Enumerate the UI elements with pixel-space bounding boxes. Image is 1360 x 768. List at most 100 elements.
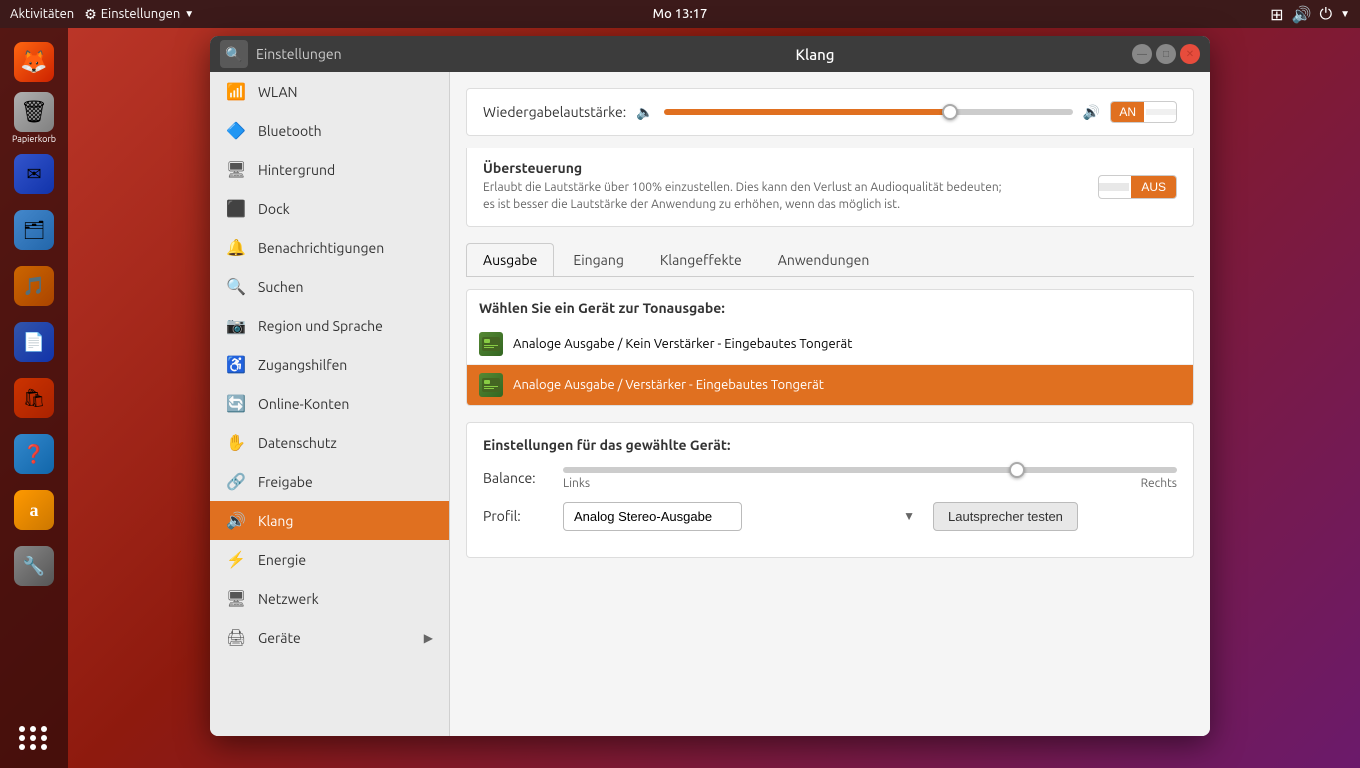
suchen-icon: 🔍	[226, 277, 246, 296]
help-icon: ❓	[14, 434, 54, 474]
sidebar-item-netzwerk[interactable]: 🖥 Netzwerk	[210, 579, 449, 618]
sidebar-item-dock[interactable]: ⬛ Dock	[210, 189, 449, 228]
top-bar: Aktivitäten ⚙ Einstellungen ▼ Mo 13:17 ⊞…	[0, 0, 1360, 28]
sidebar-item-benachrichtigungen[interactable]: 🔔 Benachrichtigungen	[210, 228, 449, 267]
settings-window: 🔍 Einstellungen Klang — □ ✕ 📶 WLAN 🔷 Blu…	[210, 36, 1210, 736]
wlan-icon: 📶	[226, 82, 246, 101]
dock-item-appstore[interactable]: 🛍	[8, 372, 60, 424]
sidebar-label-klang: Klang	[258, 513, 293, 529]
trash-icon: 🗑	[14, 92, 54, 132]
thunderbird-icon: ✉	[14, 154, 54, 194]
sidebar-item-wlan[interactable]: 📶 WLAN	[210, 72, 449, 111]
rhythmbox-icon: 🎵	[14, 266, 54, 306]
profil-label: Profil:	[483, 508, 563, 524]
settings-icon: ⚙	[84, 6, 97, 23]
tab-eingang[interactable]: Eingang	[556, 243, 641, 276]
profil-select[interactable]: Analog Stereo-Ausgabe	[563, 502, 742, 531]
sidebar-label-zugangshilfen: Zugangshilfen	[258, 357, 347, 373]
volume-slider-container[interactable]	[664, 102, 1073, 122]
sidebar-item-bluetooth[interactable]: 🔷 Bluetooth	[210, 111, 449, 150]
benachrichtigungen-icon: 🔔	[226, 238, 246, 257]
firefox-icon: 🦊	[14, 42, 54, 82]
sidebar-item-klang[interactable]: 🔊 Klang	[210, 501, 449, 540]
titlebar-search-button[interactable]: 🔍	[220, 40, 248, 68]
freigabe-icon: 🔗	[226, 472, 246, 491]
sidebar-item-energie[interactable]: ⚡ Energie	[210, 540, 449, 579]
device-icon-2	[479, 373, 503, 397]
sidebar-label-wlan: WLAN	[258, 84, 298, 100]
device-name-2: Analoge Ausgabe / Verstärker - Eingebaut…	[513, 378, 824, 392]
dock-item-files[interactable]: 🗂	[8, 204, 60, 256]
top-bar-time: Mo 13:17	[653, 7, 708, 21]
network-icon[interactable]: ⊞	[1270, 5, 1283, 24]
dock: 🦊 🗑 Papierkorb ✉ 🗂 🎵 📄 🛍 ❓ a 🔧	[0, 28, 68, 768]
window-titlebar: 🔍 Einstellungen Klang — □ ✕	[210, 36, 1210, 72]
oversteering-toggle: AUS	[1098, 175, 1177, 199]
bluetooth-icon: 🔷	[226, 121, 246, 140]
device-section: Wählen Sie ein Gerät zur Tonausgabe: Ana…	[466, 289, 1194, 406]
close-button[interactable]: ✕	[1180, 44, 1200, 64]
tab-ausgabe[interactable]: Ausgabe	[466, 243, 554, 276]
window-body: 📶 WLAN 🔷 Bluetooth 🖥 Hintergrund ⬛ Dock …	[210, 72, 1210, 736]
test-speaker-button[interactable]: Lautsprecher testen	[933, 502, 1078, 531]
balance-container[interactable]: Links Rechts	[563, 467, 1177, 490]
profil-select-arrow-icon: ▼	[903, 509, 915, 523]
balance-label: Balance:	[483, 470, 563, 486]
datenschutz-icon: ✋	[226, 433, 246, 452]
sidebar-item-datenschutz[interactable]: ✋ Datenschutz	[210, 423, 449, 462]
top-bar-left: Aktivitäten ⚙ Einstellungen ▼	[10, 6, 194, 23]
aktivitaten-button[interactable]: Aktivitäten	[10, 7, 74, 21]
device-item-1[interactable]: Analoge Ausgabe / Kein Verstärker - Eing…	[467, 324, 1193, 364]
dock-icon: ⬛	[226, 199, 246, 218]
dock-item-settings-tool[interactable]: 🔧	[8, 540, 60, 592]
oversteering-on-button[interactable]	[1099, 183, 1129, 191]
volume-icon[interactable]: 🔊	[1292, 5, 1312, 24]
sidebar-item-suchen[interactable]: 🔍 Suchen	[210, 267, 449, 306]
minimize-button[interactable]: —	[1132, 44, 1152, 64]
sidebar-item-online-konten[interactable]: 🔄 Online-Konten	[210, 384, 449, 423]
dock-item-amazon[interactable]: a	[8, 484, 60, 536]
device-item-2[interactable]: Analoge Ausgabe / Verstärker - Eingebaut…	[467, 364, 1193, 405]
dock-item-thunderbird[interactable]: ✉	[8, 148, 60, 200]
titlebar-app-name: Einstellungen	[256, 46, 342, 62]
titlebar-left: 🔍 Einstellungen	[220, 40, 342, 68]
appstore-icon: 🛍	[14, 378, 54, 418]
maximize-button[interactable]: □	[1156, 44, 1176, 64]
volume-slider-thumb[interactable]	[942, 104, 958, 120]
dock-item-trash[interactable]: 🗑 Papierkorb	[8, 92, 60, 144]
dock-item-rhythmbox[interactable]: 🎵	[8, 260, 60, 312]
dock-item-libreoffice[interactable]: 📄	[8, 316, 60, 368]
dock-item-firefox[interactable]: 🦊	[8, 36, 60, 88]
geraete-expand-icon: ▶	[424, 631, 433, 645]
tab-anwendungen[interactable]: Anwendungen	[761, 243, 887, 276]
sidebar-item-hintergrund[interactable]: 🖥 Hintergrund	[210, 150, 449, 189]
sidebar-label-online-konten: Online-Konten	[258, 396, 349, 412]
sidebar-item-zugangshilfen[interactable]: ♿ Zugangshilfen	[210, 345, 449, 384]
device-section-title: Wählen Sie ein Gerät zur Tonausgabe:	[467, 290, 1193, 324]
window-title: Klang	[795, 46, 834, 63]
volume-row: Wiedergabelautstärke: 🔈 🔊 AN	[483, 101, 1177, 123]
dock-item-help[interactable]: ❓	[8, 428, 60, 480]
energie-icon: ⚡	[226, 550, 246, 569]
sidebar-item-freigabe[interactable]: 🔗 Freigabe	[210, 462, 449, 501]
volume-high-icon: 🔊	[1083, 104, 1100, 121]
power-icon[interactable]: ⏻	[1319, 5, 1332, 24]
balance-thumb[interactable]	[1009, 462, 1025, 478]
tabs-container: Ausgabe Eingang Klangeffekte Anwendungen	[466, 243, 1194, 277]
tab-klangeffekte[interactable]: Klangeffekte	[643, 243, 759, 276]
oversteering-off-button[interactable]: AUS	[1131, 176, 1176, 198]
settings-menu[interactable]: ⚙ Einstellungen ▼	[84, 6, 194, 23]
power-chevron-icon[interactable]: ▼	[1340, 8, 1350, 20]
device-settings-title: Einstellungen für das gewählte Gerät:	[483, 437, 1177, 453]
top-bar-right: ⊞ 🔊 ⏻ ▼	[1270, 5, 1350, 24]
netzwerk-icon: 🖥	[226, 589, 246, 608]
sidebar-item-geraete[interactable]: 🖨 Geräte ▶	[210, 618, 449, 657]
sidebar-item-region[interactable]: 📷 Region und Sprache	[210, 306, 449, 345]
app-grid-icon	[19, 726, 49, 750]
app-grid-button[interactable]	[14, 718, 54, 758]
settings-tool-icon: 🔧	[14, 546, 54, 586]
volume-on-button[interactable]: AN	[1111, 102, 1144, 122]
settings-menu-label: Einstellungen	[101, 7, 181, 21]
sidebar-label-bluetooth: Bluetooth	[258, 123, 322, 139]
volume-off-button[interactable]	[1146, 109, 1176, 115]
